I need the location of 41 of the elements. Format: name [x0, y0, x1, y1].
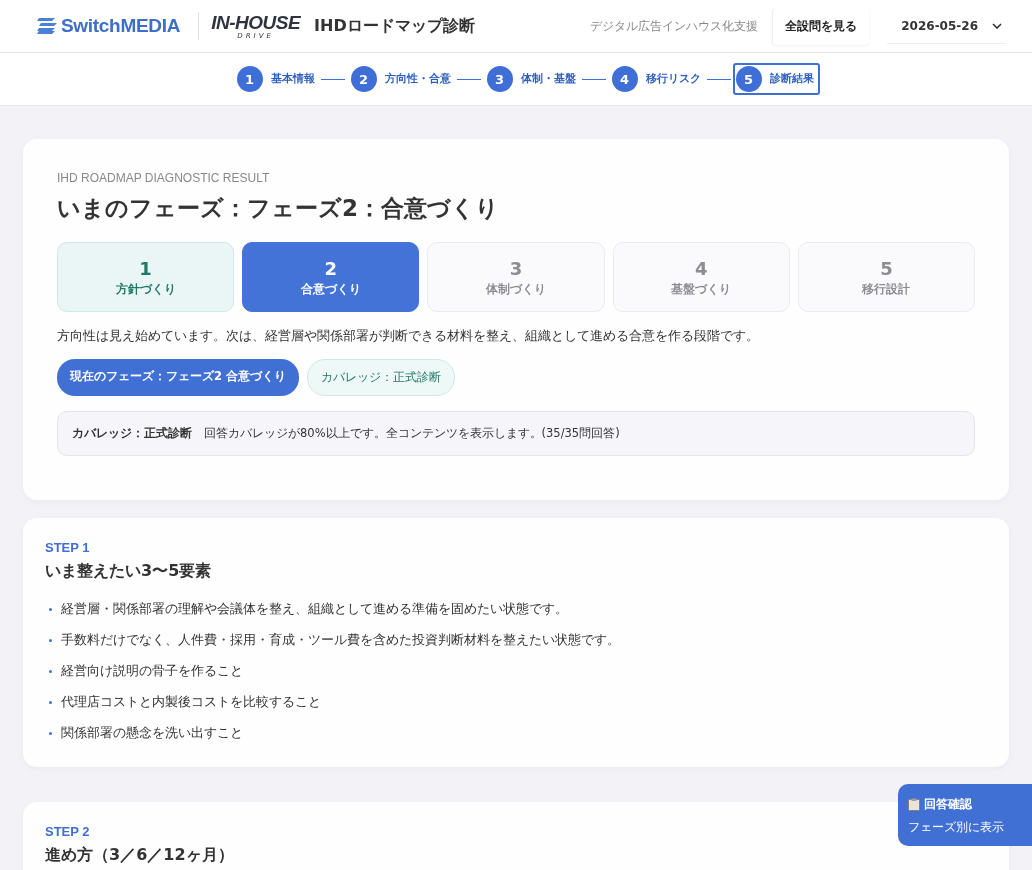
bullet-icon: [49, 639, 52, 642]
phase-heading: いまのフェーズ：フェーズ2：合意づくり: [57, 194, 500, 223]
step-title: いま整えたい3〜5要素: [45, 561, 212, 582]
app-title: IHDロードマップ診断: [314, 15, 475, 37]
phase-card: 1 方針づくり: [57, 242, 235, 312]
bullet-icon: [49, 670, 52, 673]
chevron-down-icon: [992, 22, 1002, 29]
step-label: STEP 1: [45, 540, 90, 555]
bullet-icon: [49, 732, 52, 735]
date-select[interactable]: 2026-05-26: [887, 8, 1006, 44]
brand-name: SwitchMEDIA: [61, 15, 181, 37]
phase-card: 2 合意づくり: [242, 242, 420, 312]
phase-card: 4 基盤づくり: [612, 242, 790, 312]
phase-description: 方向性は見え始めています。次は、経営層や関係部署が判断できる材料を整え、組織として進める合意を作る段階です。: [57, 328, 760, 345]
status-badge: 現在のフェーズ：フェーズ2 合意づくり: [57, 359, 299, 396]
list-item-text: 経営向け説明の骨子を作ること: [61, 663, 243, 680]
stepper-step[interactable]: 5 診断結果: [732, 63, 820, 95]
stepper-step[interactable]: 4 移行リスク: [607, 62, 705, 96]
sub-brand-logo: IN-HOUSE: [211, 12, 301, 32]
header-tagline: デジタル広告インハウス化支援: [590, 17, 759, 35]
list-item-text: 関係部署の懸念を洗い出すこと: [61, 725, 243, 742]
note-label: カバレッジ：正式診断: [72, 426, 192, 441]
list-item-text: 代理店コストと内製後コストを比較すること: [61, 694, 321, 711]
stepper-step[interactable]: 3 体制・基盤: [482, 62, 580, 96]
phase-card: 5 移行設計: [797, 242, 975, 312]
status-badge: カバレッジ：正式診断: [307, 359, 455, 396]
logo-icon: [36, 16, 58, 36]
bullet-icon: [49, 608, 52, 611]
answer-review-button[interactable]: 回答確認 フェーズ別に表示: [898, 784, 1032, 846]
eyebrow-text: IHD ROADMAP DIAGNOSTIC RESULT: [57, 171, 271, 185]
stepper-step[interactable]: 1 基本情報: [232, 62, 319, 96]
step-title: 進め方（3／6／12ヶ月）: [45, 845, 234, 866]
bullet-icon: [49, 701, 52, 704]
list-item-text: 経営層・関係部署の理解や会議体を整え、組織として進める準備を固めたい状態です。: [61, 601, 568, 618]
step-label: STEP 2: [45, 824, 90, 839]
stepper-step[interactable]: 2 方向性・合意: [346, 62, 455, 96]
note-text: 回答カバレッジが80%以上です。全コンテンツを表示します。(35/35問回答): [204, 426, 620, 441]
phase-card: 3 体制づくり: [427, 242, 605, 312]
all-questions-button[interactable]: 全設問を見る: [772, 7, 870, 45]
clipboard-icon: [908, 797, 920, 811]
list-item-text: 手数料だけでなく、人件費・採用・育成・ツール費を含めた投資判断材料を整えたい状態です。: [61, 632, 620, 649]
